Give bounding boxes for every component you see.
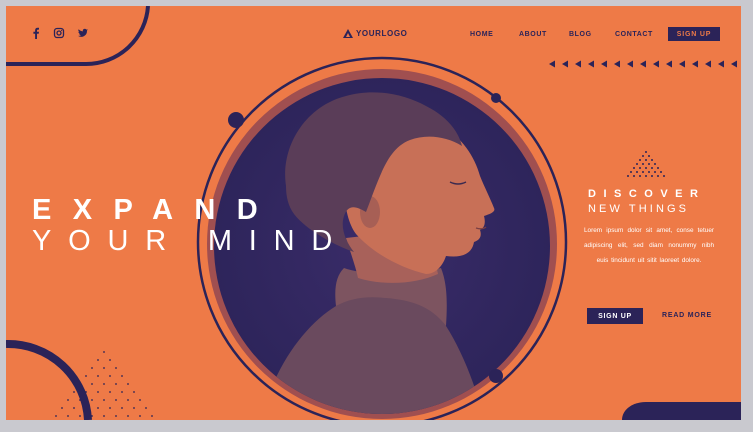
- ring-dot-left: [228, 112, 244, 128]
- read-more-link[interactable]: READ MORE: [662, 312, 712, 319]
- ring-dot-bottom-right: [489, 369, 503, 383]
- logo-text: YOURLOGO: [356, 28, 408, 38]
- site-logo[interactable]: YOURLOGO: [343, 27, 407, 39]
- facebook-icon[interactable]: [32, 27, 40, 39]
- corner-arc-bottom-left: [6, 339, 92, 420]
- signup-button[interactable]: SIGN UP: [587, 308, 643, 324]
- hero-headline-bold: EXPAND: [32, 194, 280, 226]
- dotted-triangle-bottom-left: [55, 351, 153, 417]
- hero-headline-light: YOUR MIND: [32, 225, 350, 257]
- nav-blog[interactable]: BLOG: [569, 30, 592, 39]
- discover-title: DISCOVER: [588, 188, 706, 200]
- nav-about[interactable]: ABOUT: [519, 30, 547, 39]
- ring-dot-top-right: [491, 93, 501, 103]
- twitter-icon[interactable]: [77, 27, 89, 39]
- nav-home[interactable]: HOME: [470, 30, 493, 39]
- bottom-right-pill: [622, 402, 741, 420]
- dotted-triangle-decoration: [627, 151, 665, 177]
- triangle-logo-icon: [343, 28, 353, 38]
- nav-contact[interactable]: CONTACT: [615, 30, 653, 39]
- instagram-icon[interactable]: [53, 27, 65, 39]
- discover-body-text: Lorem ipsum dolor sit amet, conse tetuer…: [584, 227, 714, 264]
- landing-page: YOURLOGO HOME ABOUT BLOG CONTACT SIGN UP…: [6, 6, 741, 420]
- arrow-row-decoration: [549, 60, 737, 68]
- discover-subtitle: NEW THINGS: [588, 203, 690, 215]
- nav-signup-button[interactable]: SIGN UP: [668, 27, 720, 41]
